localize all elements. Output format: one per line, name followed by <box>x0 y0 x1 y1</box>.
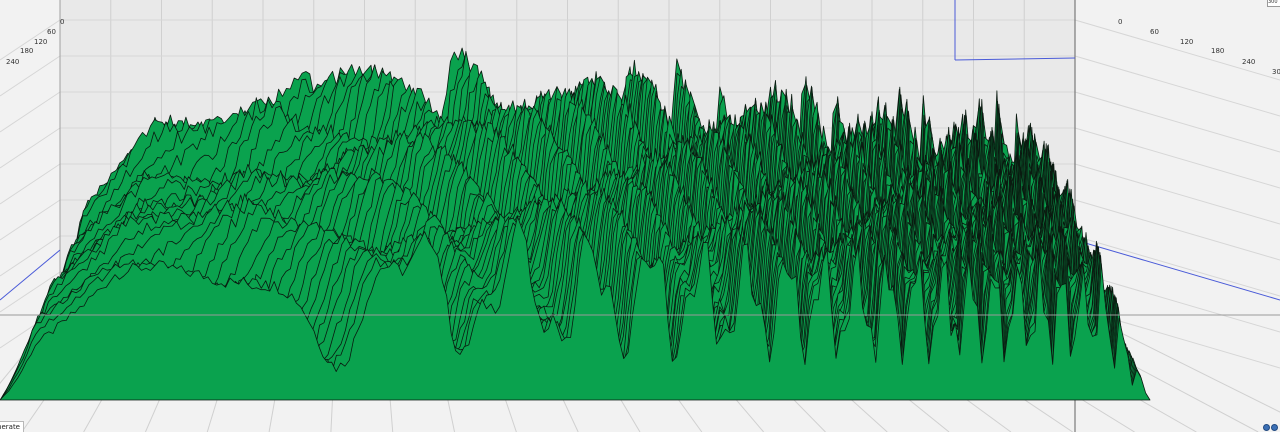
tick-label-right: 240 <box>1242 58 1255 66</box>
waterfall-plot[interactable]: 060120180240060120180240300 <box>0 0 1280 432</box>
generate-button[interactable]: Generate <box>0 421 24 432</box>
tick-label-right: 180 <box>1211 47 1224 55</box>
tick-label-left: 120 <box>34 38 47 46</box>
tick-label-left: 0 <box>60 18 64 26</box>
tick-label-right: 120 <box>1180 38 1193 46</box>
tick-label-left: 240 <box>6 58 19 66</box>
tick-label-left: 180 <box>20 47 33 55</box>
tick-label-right: 60 <box>1150 28 1159 36</box>
tick-label-left: 60 <box>47 28 56 36</box>
waterfall-plot-window: 060120180240060120180240300 300 Generate <box>0 0 1280 432</box>
tick-label-right: 300 <box>1272 68 1280 76</box>
zoom-icon[interactable] <box>1263 424 1270 431</box>
view-controls <box>1263 424 1278 431</box>
tick-label-right: 0 <box>1118 18 1122 26</box>
corner-tick-label: 300 <box>1267 0 1280 7</box>
rotate-icon[interactable] <box>1271 424 1278 431</box>
